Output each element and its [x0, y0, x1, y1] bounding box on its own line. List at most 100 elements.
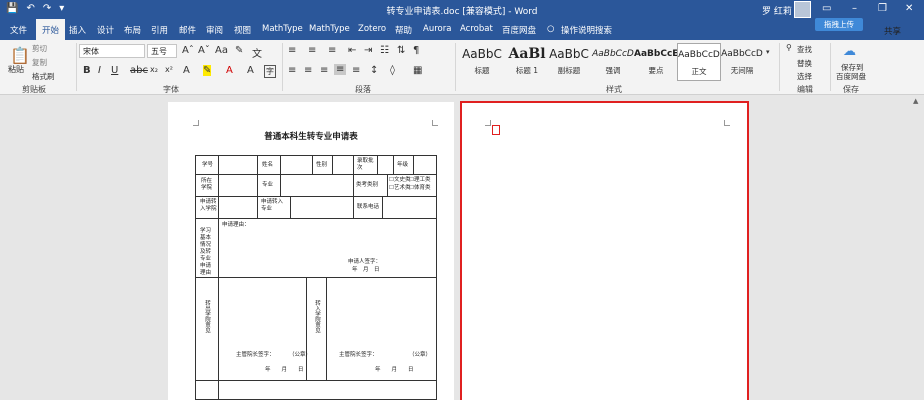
multilevel-list-icon[interactable]: ≡ — [328, 45, 336, 56]
style-preview: AaBl — [508, 46, 546, 62]
borders-icon[interactable]: ▦ — [413, 65, 422, 76]
table-rule — [393, 155, 394, 175]
align-right-icon[interactable]: ≡ — [320, 65, 328, 76]
scroll-up-icon[interactable]: ▲ — [913, 97, 918, 105]
phonetic-guide-icon[interactable]: 文 — [252, 45, 262, 60]
label-grade: 年级 — [397, 162, 409, 168]
increase-indent-icon[interactable]: ⇥ — [364, 45, 372, 56]
change-case-icon[interactable]: Aa — [215, 45, 228, 56]
cut-button[interactable]: 剪切 — [32, 43, 47, 54]
tab-mathtype-1[interactable]: MathType — [262, 24, 303, 34]
tab-aurora[interactable]: Aurora — [423, 24, 451, 34]
tab-home[interactable]: 开始 — [36, 19, 66, 40]
style-normal[interactable]: AaBbCcD 正文 — [677, 43, 721, 81]
paste-button[interactable]: 粘贴 — [8, 64, 24, 75]
tab-view[interactable]: 视图 — [234, 24, 251, 36]
baidu-cloud-icon[interactable]: ☁ — [843, 44, 856, 59]
tab-help[interactable]: 帮助 — [395, 24, 412, 36]
tab-zotero[interactable]: Zotero — [358, 24, 386, 34]
style-title[interactable]: AaBbC 标题 — [460, 43, 504, 81]
bold-icon[interactable]: B — [83, 65, 91, 76]
text-effects-icon[interactable]: A — [183, 65, 190, 76]
tab-baidu[interactable]: 百度网盘 — [502, 24, 536, 36]
numbering-icon[interactable]: ≡ — [308, 45, 316, 56]
replace-button[interactable]: 替换 — [797, 58, 812, 69]
label-study-situation: 学习基本情况及转专业申请理由 — [200, 228, 212, 276]
underline-icon[interactable]: U — [111, 65, 118, 76]
close-icon[interactable]: ✕ — [905, 3, 913, 14]
sort-icon[interactable]: ⇅ — [397, 45, 405, 56]
table-rule — [312, 155, 313, 175]
text-cursor[interactable] — [492, 125, 500, 135]
restore-icon[interactable]: ❐ — [878, 3, 887, 14]
page-2[interactable] — [460, 101, 749, 400]
format-painter-button[interactable]: 格式刷 — [32, 71, 55, 82]
styles-more-icon[interactable]: ▾ — [766, 48, 770, 56]
enclose-char-icon[interactable]: 字 — [264, 65, 276, 78]
bullets-icon[interactable]: ≡ — [288, 45, 296, 56]
font-color-icon[interactable]: A — [226, 65, 233, 76]
divider — [455, 43, 456, 91]
minimize-icon[interactable]: – — [852, 3, 857, 14]
option-art[interactable]: ☐艺术类 — [389, 185, 410, 192]
shading-icon[interactable]: ◊ — [390, 65, 395, 76]
tab-layout[interactable]: 布局 — [124, 24, 141, 36]
tab-mathtype-2[interactable]: MathType — [309, 24, 350, 34]
table-rule — [280, 155, 281, 175]
tab-acrobat[interactable]: Acrobat — [460, 24, 493, 34]
style-name: 副标题 — [557, 66, 581, 75]
justify-icon[interactable]: ≡ — [334, 64, 347, 75]
italic-icon[interactable]: I — [98, 65, 101, 76]
tab-insert[interactable]: 插入 — [69, 24, 86, 36]
table-rule — [280, 174, 281, 196]
select-button[interactable]: 选择 — [797, 71, 812, 82]
share-button[interactable]: 共享 — [884, 25, 901, 37]
superscript-icon[interactable]: x² — [165, 65, 173, 74]
style-name: 标题 — [474, 66, 490, 75]
tab-review[interactable]: 审阅 — [206, 24, 223, 36]
clear-format-icon[interactable]: ✎ — [235, 45, 243, 56]
style-no-spacing[interactable]: AaBbCcD 无间隔 — [720, 43, 764, 81]
avatar[interactable] — [794, 1, 811, 18]
line-spacing-icon[interactable]: ↕ — [370, 65, 378, 76]
style-name: 正文 — [691, 67, 707, 76]
find-icon[interactable]: ⚲ — [786, 43, 792, 52]
subscript-icon[interactable]: x₂ — [150, 65, 158, 74]
option-science[interactable]: ☐理工类 — [409, 177, 430, 184]
ribbon-display-icon[interactable]: ▭ — [822, 3, 831, 14]
divider — [76, 43, 77, 91]
font-name-select[interactable]: 宋体 — [79, 44, 145, 58]
style-emphasis[interactable]: AaBbCcD 强调 — [591, 43, 635, 81]
margin-mark — [193, 120, 199, 126]
distributed-icon[interactable]: ≡ — [352, 65, 360, 76]
align-left-icon[interactable]: ≡ — [288, 65, 296, 76]
decrease-indent-icon[interactable]: ⇤ — [348, 45, 356, 56]
character-shading-icon[interactable]: A — [247, 65, 254, 76]
style-heading-1[interactable]: AaBl 标题 1 — [505, 43, 549, 81]
tab-mailings[interactable]: 邮件 — [179, 24, 196, 36]
user-name[interactable]: 罗 红莉 — [762, 4, 792, 17]
align-center-icon[interactable]: ≡ — [304, 65, 312, 76]
table-rule — [195, 174, 437, 175]
tab-file[interactable]: 文件 — [10, 24, 27, 36]
baidu-pan-label[interactable]: 百度网盘 — [836, 71, 866, 82]
shrink-font-icon[interactable]: Aˇ — [198, 45, 210, 56]
grow-font-icon[interactable]: Aˆ — [182, 45, 194, 56]
option-arts[interactable]: ☐文史类 — [389, 177, 410, 184]
paste-icon[interactable]: 📋 — [10, 46, 30, 65]
chinese-layout-icon[interactable]: ☷ — [380, 45, 389, 56]
find-button[interactable]: 查找 — [797, 44, 812, 55]
style-strong[interactable]: AaBbCcE 要点 — [634, 43, 678, 81]
upload-button[interactable]: 拖拽上传 — [815, 18, 863, 31]
font-size-select[interactable]: 五号 — [147, 44, 177, 58]
style-subtitle[interactable]: AaBbC 副标题 — [547, 43, 591, 81]
strikethrough-icon[interactable]: abc — [130, 65, 148, 76]
tell-me-search[interactable]: 操作说明搜索 — [561, 24, 612, 36]
table-rule — [195, 380, 437, 381]
option-sports[interactable]: ☐体育类 — [409, 185, 430, 192]
highlight-icon[interactable]: ✎ — [203, 65, 212, 76]
show-marks-icon[interactable]: ¶ — [413, 45, 419, 56]
tab-references[interactable]: 引用 — [151, 24, 168, 36]
copy-button[interactable]: 复制 — [32, 57, 47, 68]
tab-design[interactable]: 设计 — [97, 24, 114, 36]
